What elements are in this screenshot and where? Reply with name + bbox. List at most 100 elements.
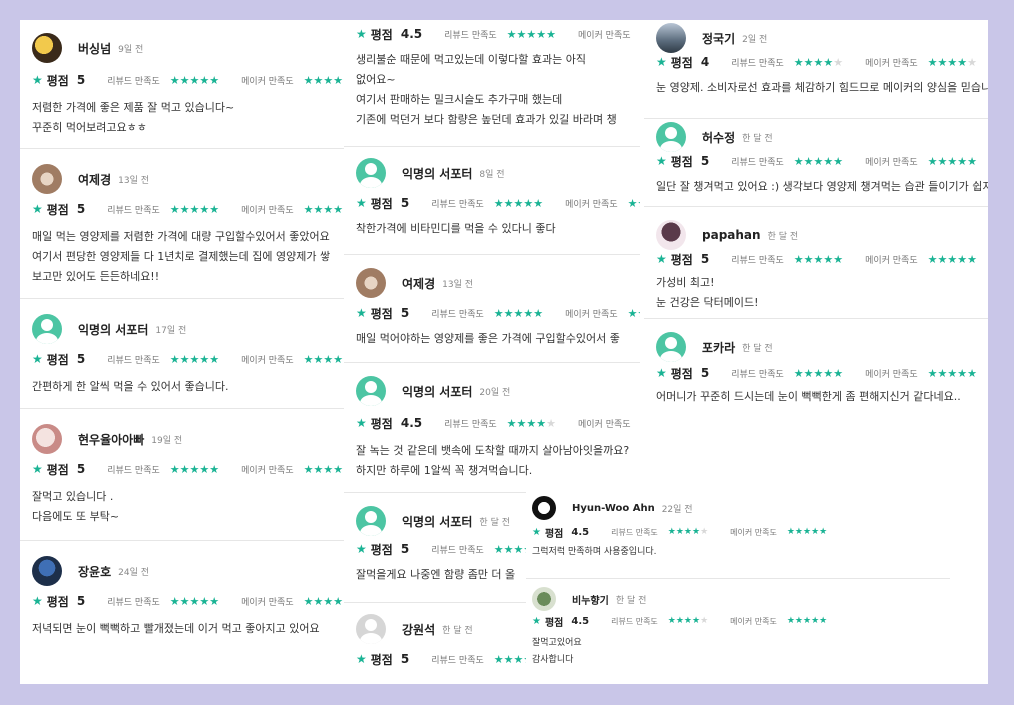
reviewer-name[interactable]: 여제경 [78, 171, 111, 188]
review-card: Hyun-Woo Ahn 22일 전 ★ 평점 4.5 리뷰드 만족도 ★★★★★ 메이커 … [526, 486, 950, 578]
avatar[interactable] [656, 332, 686, 362]
maker-satisfaction-label: 메이커 만족도 [865, 369, 918, 380]
reviewer-name[interactable]: 장윤호 [78, 563, 111, 580]
avatar[interactable] [32, 314, 62, 344]
maker-satisfaction-label: 메이커 만족도 [577, 30, 631, 41]
avatar[interactable] [32, 424, 62, 454]
rating-label: 평점 [370, 196, 393, 211]
reviewer-name[interactable]: papahan [702, 228, 761, 242]
avatar[interactable] [32, 164, 62, 194]
reviewer-name[interactable]: 비누향기 [572, 592, 609, 607]
avatar[interactable] [532, 496, 556, 520]
avatar[interactable] [356, 614, 386, 644]
reviewer-name[interactable]: 버싱넘 [78, 40, 111, 57]
review-date: 8일 전 [479, 169, 505, 180]
review-satisfaction-label: 리뷰드 만족도 [107, 205, 160, 216]
review-date: 2일 전 [742, 34, 768, 45]
reviewer-name[interactable]: 익명의 서포터 [402, 383, 472, 400]
maker-satisfaction-stars: ★★★★★ [786, 527, 828, 537]
reviewer-name[interactable]: 익명의 서포터 [78, 321, 148, 338]
review-text: 잘먹고 있습니다 . 다음에도 또 부탁~ [32, 490, 120, 523]
rating-label: 평점 [670, 55, 693, 70]
review-card: 익명의 서포터 8일 전 ★평점 5 리뷰드 만족도 ★★★★★ 메이커 만족도 ★★★★★… [344, 146, 640, 254]
star-icon: ★ [356, 416, 367, 430]
rating-label: 평점 [544, 528, 564, 540]
review-date: 17일 전 [155, 325, 187, 336]
review-satisfaction-stars: ★★★★★ [793, 252, 844, 266]
reviewer-name[interactable]: 허수정 [702, 129, 735, 146]
review-text: 착한가격에 비타민디를 먹을 수 있다니 좋다 [356, 222, 556, 235]
review-satisfaction-label: 리뷰드 만족도 [731, 58, 784, 69]
reviewer-name[interactable]: 익명의 서포터 [402, 165, 472, 182]
avatar[interactable] [356, 158, 386, 188]
rating-label: 평점 [670, 252, 693, 267]
avatar[interactable] [32, 556, 62, 586]
review-text: 잘 녹는 것 같은데 뱃속에 도착할 때까지 살아남아잇을까요? 하지만 하루에 … [356, 444, 630, 477]
review-satisfaction-label: 리뷰드 만족도 [731, 255, 784, 266]
review-text: 그럭저럭 만족하며 사용중입니다. [532, 547, 657, 557]
avatar[interactable] [656, 122, 686, 152]
review-card: 여제경 13일 전 ★평점 5 리뷰드 만족도 ★★★★★ 메이커 만족도 ★★★★★ 매일… [344, 254, 640, 362]
review-card: 버싱넘 9일 전 ★ 평점 5 리뷰드 만족도 ★★★★★ 메이커 만족도 ★★★★★ 저렴한… [20, 32, 358, 160]
avatar[interactable] [356, 506, 386, 536]
review-date: 13일 전 [118, 175, 149, 186]
maker-satisfaction-label: 메이커 만족도 [241, 76, 294, 87]
reviewer-name[interactable]: 익명의 서포터 [402, 513, 472, 530]
reviewer-name[interactable]: 포카라 [702, 339, 735, 356]
star-icon: ★ [32, 352, 43, 366]
star-icon: ★ [356, 27, 367, 41]
review-satisfaction-stars: ★★★★★ [169, 352, 220, 366]
maker-satisfaction-stars: ★★★★★ [927, 154, 977, 168]
avatar[interactable] [356, 376, 386, 406]
maker-satisfaction-stars: ★★★★★ [927, 55, 977, 69]
review-card: 익명의 서포터 17일 전 ★ 평점 5 리뷰드 만족도 ★★★★★ 메이커 만족도 ★★★★… [20, 298, 358, 408]
review-date: 한 달 전 [615, 595, 647, 606]
review-text: 가성비 최고! 눈 건강은 닥터메이드! [656, 276, 759, 309]
maker-satisfaction-label: 메이커 만족도 [241, 205, 294, 216]
review-date: 한 달 전 [742, 343, 773, 354]
review-card: 포카라 한 달 전 ★ 평점 5 리뷰드 만족도 ★★★★★ 메이커 만족도 ★★★★★ 어머… [644, 318, 988, 410]
review-satisfaction-stars: ★★★★★ [506, 416, 556, 430]
rating-label: 평점 [370, 306, 393, 321]
rating-label: 평점 [670, 154, 693, 169]
star-icon: ★ [356, 196, 367, 210]
rating-score: 5 [700, 366, 710, 380]
reviewer-name[interactable]: Hyun-Woo Ahn [572, 503, 655, 514]
avatar[interactable] [656, 220, 686, 250]
star-icon: ★ [32, 594, 43, 608]
avatar[interactable] [532, 587, 556, 611]
rating-score: 5 [700, 252, 710, 266]
rating-label: 평점 [46, 594, 69, 609]
rating-score: 4 [700, 55, 710, 69]
rating-score: 5 [76, 594, 86, 608]
star-icon: ★ [356, 306, 367, 320]
review-date: 9일 전 [118, 44, 144, 55]
review-text: 매일 먹어야하는 영양제를 좋은 가격에 구입할수있어서 좋 [356, 332, 620, 345]
avatar[interactable] [32, 33, 62, 63]
rating-score: 5 [400, 196, 410, 210]
review-column-4: Hyun-Woo Ahn 22일 전 ★ 평점 4.5 리뷰드 만족도 ★★★★★ 메이커 … [526, 486, 950, 684]
reviewer-name[interactable]: 강원석 [402, 621, 435, 638]
star-icon: ★ [656, 154, 667, 168]
maker-satisfaction-label: 메이커 만족도 [578, 419, 631, 430]
review-column-3: 정국기 2일 전 ★ 평점 4 리뷰드 만족도 ★★★★★ 메이커 만족도 ★★★★★ 눈 영… [644, 20, 988, 410]
reviewer-name[interactable]: 정국기 [702, 30, 735, 47]
avatar[interactable] [656, 23, 686, 53]
review-satisfaction-stars: ★★★★★ [169, 73, 220, 87]
review-date: 22일 전 [661, 504, 693, 515]
maker-satisfaction-stars: ★★★★★ [627, 196, 640, 210]
review-text: 생리불순 때문에 먹고있는데 이렇다할 효과는 아직 없어요~ 여기서 판매하는 밀… [356, 53, 617, 126]
review-text: 눈 영양제. 소비자로선 효과를 체감하기 힘드므로 메이커의 양심을 믿습니다 [656, 81, 988, 94]
rating-score: 5 [76, 202, 86, 216]
star-icon: ★ [356, 542, 367, 556]
avatar[interactable] [356, 268, 386, 298]
rating-score: 5 [76, 73, 86, 87]
review-satisfaction-label: 리뷰드 만족도 [444, 419, 497, 430]
review-card: 현우율아아빠 19일 전 ★ 평점 5 리뷰드 만족도 ★★★★★ 메이커 만족도 ★★★★★… [20, 408, 358, 540]
rating-score: 5 [400, 306, 410, 320]
reviewer-name[interactable]: 현우율아아빠 [78, 431, 144, 448]
rating-score: 5 [400, 542, 410, 556]
rating-label: 평점 [370, 416, 393, 431]
review-satisfaction-stars: ★★★★★ [493, 306, 544, 320]
reviewer-name[interactable]: 여제경 [402, 275, 435, 292]
